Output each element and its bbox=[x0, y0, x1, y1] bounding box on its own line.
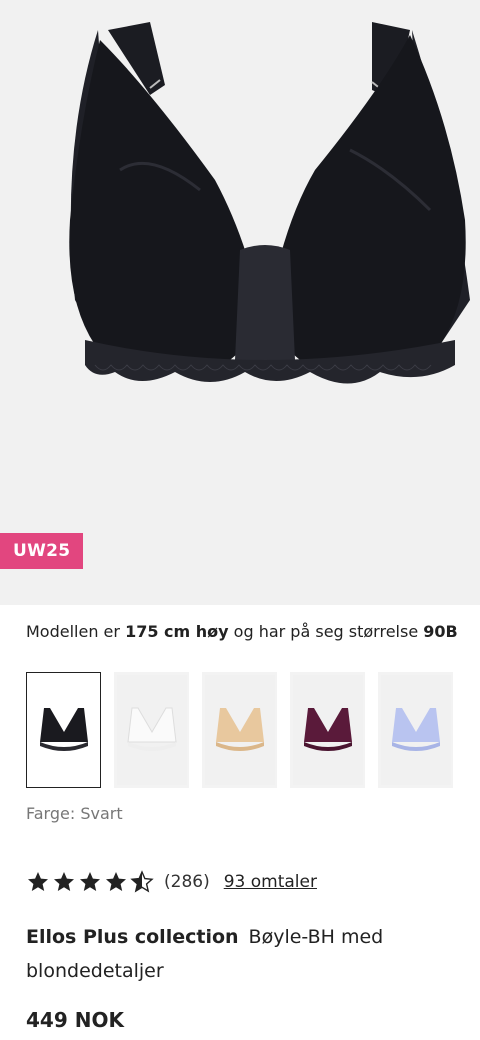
bra-thumbnail-icon bbox=[126, 707, 177, 751]
color-swatches bbox=[26, 672, 453, 788]
rating-row[interactable]: (286) 93 omtaler bbox=[26, 870, 317, 894]
bra-product-image bbox=[69, 22, 470, 384]
bra-thumbnail-icon bbox=[303, 708, 352, 751]
badge-uw25: UW25 bbox=[0, 533, 84, 569]
star-rating bbox=[26, 870, 154, 894]
swatch-beige[interactable] bbox=[202, 672, 277, 788]
bra-thumbnail-icon bbox=[39, 708, 88, 751]
swatch-lyseblaa[interactable] bbox=[378, 672, 453, 788]
swatch-plomme[interactable] bbox=[290, 672, 365, 788]
swatch-hvit[interactable] bbox=[114, 672, 189, 788]
star-full-icon bbox=[28, 872, 48, 891]
star-full-icon bbox=[106, 872, 126, 891]
product-image-area[interactable]: UW25 bbox=[0, 0, 480, 605]
product-brand: Ellos Plus collection bbox=[26, 926, 239, 948]
rating-count: (286) bbox=[164, 872, 210, 892]
reviews-link[interactable]: 93 omtaler bbox=[224, 872, 317, 892]
selected-color-label: Farge: Svart bbox=[26, 804, 123, 823]
model-info-text: Modellen er 175 cm høy og har på seg stø… bbox=[26, 622, 458, 641]
bra-thumbnail-icon bbox=[391, 708, 440, 751]
star-full-icon bbox=[54, 872, 74, 891]
swatch-svart[interactable] bbox=[26, 672, 101, 788]
star-half-icon bbox=[130, 870, 154, 893]
product-title: Ellos Plus collection Bøyle-BH med blonde… bbox=[26, 920, 456, 988]
bra-thumbnail-icon bbox=[215, 708, 264, 751]
star-full-icon bbox=[80, 872, 100, 891]
product-price: 449 NOK bbox=[26, 1008, 124, 1032]
